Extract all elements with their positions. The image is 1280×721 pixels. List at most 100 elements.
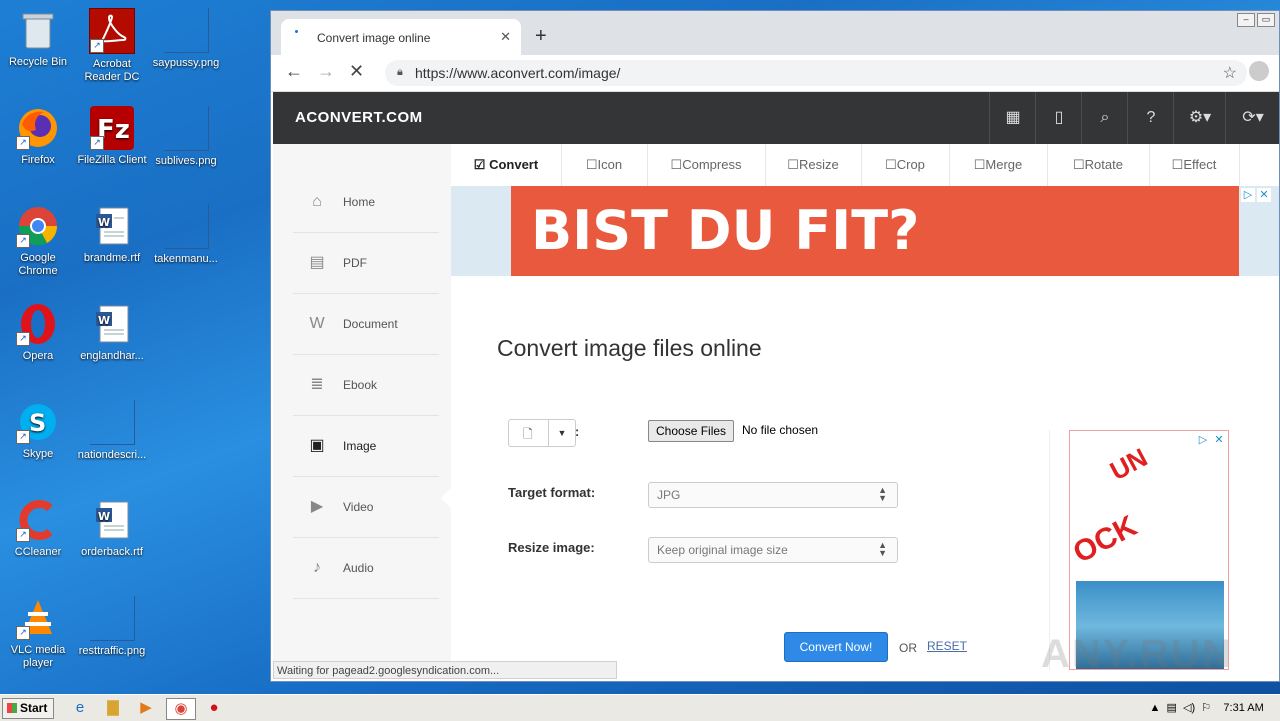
- adchoices-icon[interactable]: ▷: [1241, 188, 1255, 202]
- new-tab-button[interactable]: +: [535, 25, 547, 48]
- grid-menu-icon[interactable]: ▦: [989, 92, 1036, 144]
- checkbox-icon: ☐: [787, 157, 799, 172]
- forward-button[interactable]: →: [317, 61, 335, 82]
- flag-icon[interactable]: ⚐: [1201, 702, 1211, 714]
- chrome-taskbar-icon[interactable]: ◉: [166, 698, 196, 720]
- desktop-icon-acrobat[interactable]: ↗ Acrobat Reader DC: [74, 8, 150, 84]
- file-source-select[interactable]: 🗋︎ ▼: [508, 419, 576, 447]
- tab-rotate[interactable]: ☐Rotate: [1047, 144, 1150, 186]
- site-logo[interactable]: ACONVERT.COM: [295, 109, 423, 126]
- tab-convert[interactable]: ☑ Convert: [451, 144, 562, 186]
- desktop-icon-resttraffic[interactable]: resttraffic.png: [74, 596, 150, 658]
- tab-icon[interactable]: ☐Icon: [561, 144, 648, 186]
- desktop-icon-nationdescri[interactable]: nationdescri...: [74, 400, 150, 462]
- desktop-icon-label: Recycle Bin: [8, 56, 68, 68]
- close-tab-icon[interactable]: ✕: [500, 29, 511, 45]
- desktop-icon-ccleaner[interactable]: ↗ CCleaner: [0, 498, 76, 559]
- target-format-select[interactable]: JPG ▲ ▼: [648, 482, 898, 508]
- skype-icon: S ↗: [16, 400, 60, 444]
- sub-navigation: ☑ Convert ☐Icon ☐Compress ☐Resize ☐Crop …: [451, 144, 1279, 187]
- browser-tab[interactable]: Convert image online ✕: [281, 19, 521, 55]
- side-ad-text: UN: [1104, 441, 1153, 487]
- tab-merge[interactable]: ☐Merge: [949, 144, 1048, 186]
- network-icon[interactable]: ▤: [1167, 702, 1177, 714]
- resize-image-select[interactable]: Keep original image size ▲ ▼: [648, 537, 898, 563]
- reset-link[interactable]: RESET: [927, 639, 967, 653]
- browser-toolbar: ← → ✕ 🔒︎ https://www.aconvert.com/image/…: [271, 55, 1279, 92]
- desktop-icon-orderback[interactable]: W orderback.rtf: [74, 498, 150, 559]
- volume-icon[interactable]: ◁): [1183, 702, 1195, 714]
- opera-taskbar-icon[interactable]: ●: [204, 698, 224, 718]
- back-button[interactable]: ←: [285, 61, 303, 82]
- ad-close-icon[interactable]: ✕: [1212, 433, 1226, 447]
- address-bar[interactable]: 🔒︎ https://www.aconvert.com/image/ ☆: [385, 60, 1247, 86]
- active-indicator: [441, 488, 451, 508]
- tab-label: Merge: [985, 157, 1023, 172]
- desktop-icon-firefox[interactable]: ↗ Firefox: [0, 106, 76, 167]
- windows-logo-icon: [7, 703, 17, 713]
- tab-effect[interactable]: ☐Effect: [1149, 144, 1240, 186]
- minimize-button[interactable]: –: [1237, 13, 1255, 27]
- adchoices-icon[interactable]: ▷: [1196, 433, 1210, 447]
- choose-files-button[interactable]: Choose Files: [648, 420, 735, 442]
- checkbox-icon: ☐: [1171, 157, 1184, 172]
- lock-icon: 🔒︎: [397, 66, 403, 78]
- sidebar-item-audio[interactable]: ♪ Audio: [293, 538, 439, 599]
- desktop-icon-vlc[interactable]: ↗ VLC media player: [0, 596, 76, 670]
- language-icon[interactable]: ⚙▾: [1173, 92, 1226, 144]
- sidebar-item-document[interactable]: W Document: [293, 294, 439, 355]
- search-icon[interactable]: ⌕: [1081, 92, 1128, 144]
- checkbox-icon: ☐: [1073, 157, 1085, 172]
- tab-label: Convert: [489, 157, 539, 172]
- desktop-icon-sublives[interactable]: sublives.png: [148, 106, 224, 168]
- tab-label: Icon: [597, 157, 623, 172]
- desktop-icon-label: FileZilla Client: [77, 154, 147, 166]
- desktop-icon-brandme[interactable]: W brandme.rtf: [74, 204, 150, 265]
- ad-banner[interactable]: BIST DU FIT?: [511, 186, 1239, 276]
- tab-crop[interactable]: ☐Crop: [861, 144, 950, 186]
- refresh-menu-icon[interactable]: ⟳▾: [1225, 92, 1279, 144]
- bookmark-star-icon[interactable]: ☆: [1223, 63, 1237, 83]
- file-explorer-icon[interactable]: ▇: [103, 698, 123, 718]
- system-tray: ▲ ▤ ◁) ⚐ 7:31 AM: [1150, 695, 1277, 721]
- desktop-icon-skype[interactable]: S ↗ Skype: [0, 400, 76, 461]
- convert-now-button[interactable]: Convert Now!: [784, 632, 888, 662]
- media-player-icon[interactable]: ▶: [136, 698, 156, 718]
- internet-explorer-icon[interactable]: e: [70, 698, 90, 718]
- clock[interactable]: 7:31 AM: [1223, 702, 1263, 714]
- checkbox-icon: ☐: [670, 157, 683, 172]
- stop-button[interactable]: ✕: [349, 61, 364, 82]
- tab-compress[interactable]: ☐Compress: [647, 144, 766, 186]
- svg-text:W: W: [98, 314, 110, 327]
- ad-close-icon[interactable]: ✕: [1257, 188, 1271, 202]
- desktop-icon-recycle-bin[interactable]: Recycle Bin: [0, 8, 76, 69]
- desktop-icon-chrome[interactable]: ↗ Google Chrome: [0, 204, 76, 278]
- select-value: JPG: [657, 488, 681, 502]
- sidebar-item-video[interactable]: ▶ Video: [293, 477, 439, 538]
- desktop-icon-takenmanu[interactable]: takenmanu...: [148, 204, 224, 266]
- desktop-icon-opera[interactable]: ↗ Opera: [0, 302, 76, 363]
- profile-avatar[interactable]: [1249, 61, 1269, 81]
- maximize-button[interactable]: ▭: [1257, 13, 1275, 27]
- show-hidden-icons[interactable]: ▲: [1150, 702, 1161, 714]
- file-icon: [89, 596, 135, 641]
- start-button[interactable]: Start: [2, 698, 54, 719]
- ad-controls: ▷ ✕: [1241, 188, 1271, 202]
- help-icon[interactable]: ?: [1127, 92, 1174, 144]
- sidebar-item-ebook[interactable]: ≣ Ebook: [293, 355, 439, 416]
- bookmark-icon[interactable]: ▯: [1035, 92, 1082, 144]
- window-controls: – ▭: [1237, 13, 1275, 27]
- sidebar-item-label: Document: [343, 317, 398, 331]
- caret-down-icon[interactable]: ▼: [548, 420, 575, 446]
- tab-resize[interactable]: ☐Resize: [765, 144, 862, 186]
- web-page: ACONVERT.COM ▦ ▯ ⌕ ? ⚙▾ ⟳▾ ⌂ Home ▤ PDF …: [273, 92, 1279, 670]
- desktop-icon-label: takenmanu...: [154, 253, 218, 265]
- desktop-icon-englandhar[interactable]: W englandhar...: [74, 302, 150, 363]
- desktop-icon-saypussy[interactable]: saypussy.png: [148, 8, 224, 70]
- sidebar-item-home[interactable]: ⌂ Home: [293, 172, 439, 233]
- sidebar-item-pdf[interactable]: ▤ PDF: [293, 233, 439, 294]
- opera-icon: ↗: [16, 302, 60, 346]
- tab-label: Crop: [896, 157, 925, 172]
- desktop-icon-filezilla[interactable]: Fz ↗ FileZilla Client: [74, 106, 150, 167]
- sidebar-item-image[interactable]: ▣ Image: [293, 416, 439, 477]
